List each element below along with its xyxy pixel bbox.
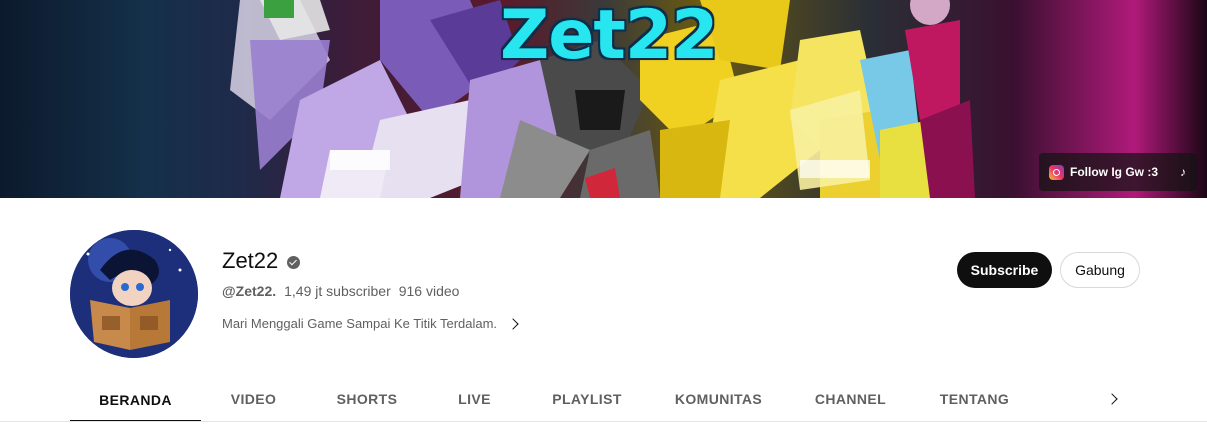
tabs-scroll-next-button[interactable] <box>1100 388 1124 410</box>
channel-name: Zet22 <box>222 248 279 273</box>
tab-komunitas[interactable]: KOMUNITAS <box>653 378 784 420</box>
subscriber-count: 1,49 jt subscriber <box>284 283 391 299</box>
verified-check-icon <box>287 255 301 269</box>
channel-description-text: Mari Menggali Game Sampai Ke Titik Terda… <box>222 316 498 331</box>
join-button[interactable]: Gabung <box>1060 252 1140 288</box>
avatar-art <box>70 230 198 358</box>
chevron-right-icon <box>507 317 519 330</box>
channel-meta: @Zet22. 1,49 jt subscriber 916 video <box>222 283 467 299</box>
tab-playlist[interactable]: PLAYLIST <box>521 378 653 420</box>
tab-live[interactable]: LIVE <box>428 378 521 420</box>
channel-tabs: BERANDA VIDEO SHORTS LIVE PLAYLIST KOMUN… <box>70 378 1032 422</box>
avatar[interactable] <box>70 230 198 358</box>
banner-link-instagram[interactable]: Follow Ig Gw :3 <box>1049 164 1158 180</box>
tab-shorts[interactable]: SHORTS <box>306 378 428 420</box>
tab-video[interactable]: VIDEO <box>201 378 306 420</box>
video-count: 916 video <box>398 283 460 299</box>
tab-tentang[interactable]: TENTANG <box>917 378 1032 420</box>
tab-channel[interactable]: CHANNEL <box>784 378 917 420</box>
instagram-icon <box>1049 164 1064 180</box>
banner-title: Zet22 <box>500 0 719 75</box>
subscribe-button[interactable]: Subscribe <box>957 252 1052 288</box>
banner-links: Follow Ig Gw :3 ♪ <box>1039 153 1197 191</box>
tiktok-icon[interactable]: ♪ <box>1176 165 1190 179</box>
banner-link-label: Follow Ig Gw :3 <box>1070 165 1158 179</box>
channel-handle: @Zet22. <box>222 283 277 299</box>
channel-name-row: Zet22 <box>222 248 301 274</box>
channel-description[interactable]: Mari Menggali Game Sampai Ke Titik Terda… <box>222 316 519 331</box>
tabs-divider <box>0 421 1207 422</box>
chevron-right-icon <box>1106 393 1118 405</box>
channel-banner: Zet22 Follow Ig Gw :3 ♪ <box>0 0 1207 198</box>
tab-beranda[interactable]: BERANDA <box>70 378 201 422</box>
